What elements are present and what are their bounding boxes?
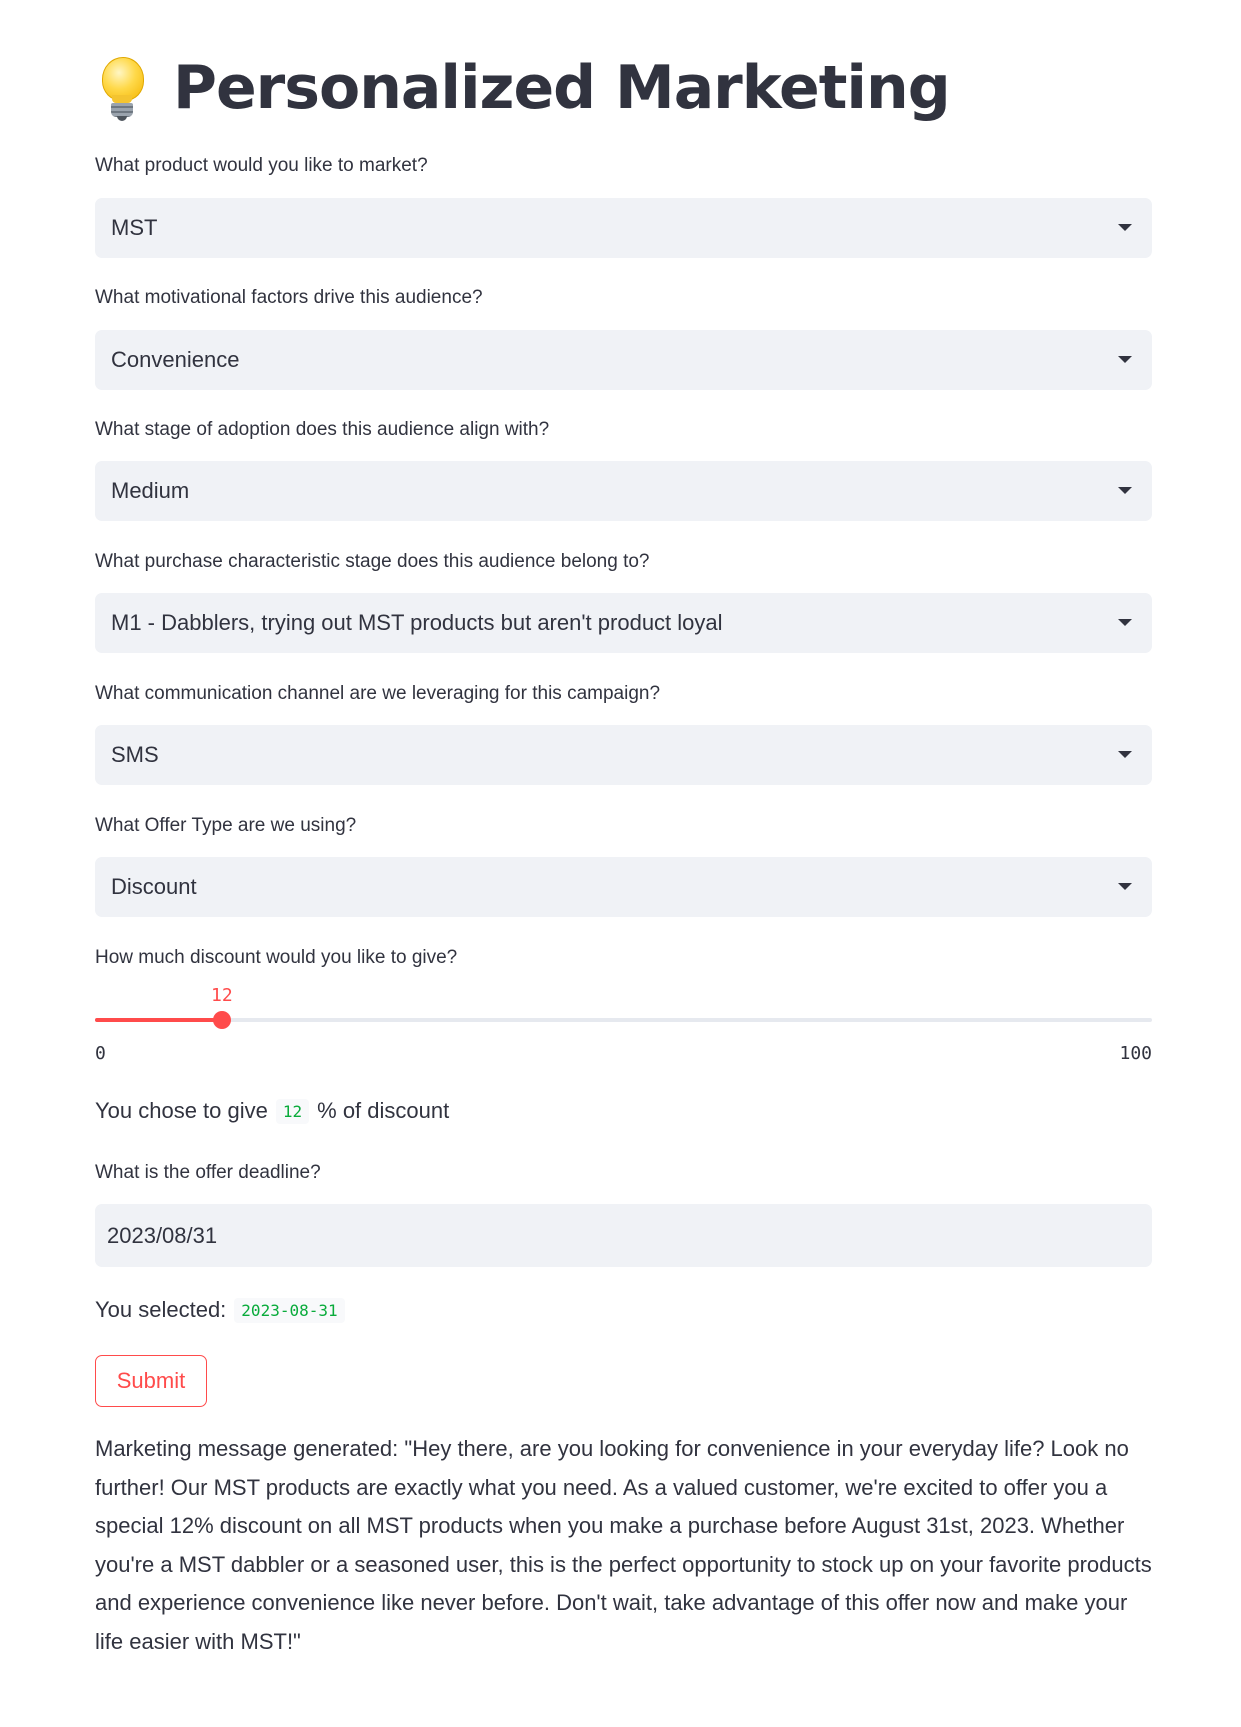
submit-button[interactable]: Submit: [95, 1355, 207, 1407]
discount-slider[interactable]: [95, 1011, 1152, 1029]
discount-summary-prefix: You chose to give: [95, 1098, 268, 1123]
slider-max-label: 100: [1119, 1043, 1152, 1064]
motivation-label: What motivational factors drive this aud…: [95, 287, 483, 308]
discount-label: How much discount would you like to give…: [95, 947, 458, 968]
offer-type-select-value: Discount: [111, 874, 197, 899]
light-bulb-icon: [95, 53, 153, 123]
discount-summary-value: 12: [275, 1098, 310, 1124]
deadline-date-value: 2023/08/31: [107, 1222, 218, 1248]
chevron-down-icon: [1118, 487, 1132, 494]
slider-fill: [95, 1018, 222, 1022]
channel-select[interactable]: SMS: [95, 725, 1152, 785]
purchase-stage-label: What purchase characteristic stage does …: [95, 551, 650, 572]
discount-summary-suffix: % of discount: [317, 1098, 450, 1123]
product-label: What product would you like to market?: [95, 155, 428, 176]
motivation-select[interactable]: Convenience: [95, 330, 1152, 390]
adoption-stage-label: What stage of adoption does this audienc…: [95, 419, 550, 440]
channel-label: What communication channel are we levera…: [95, 683, 661, 704]
slider-thumb[interactable]: [212, 1011, 231, 1029]
chevron-down-icon: [1118, 883, 1132, 890]
page-header: Personalized Marketing: [95, 42, 951, 134]
deadline-summary-value: 2023-08-31: [234, 1297, 345, 1323]
offer-type-select[interactable]: Discount: [95, 857, 1152, 917]
discount-summary: You chose to give 12 % of discount: [95, 1098, 449, 1124]
adoption-stage-select[interactable]: Medium: [95, 461, 1152, 521]
deadline-summary: You selected: 2023-08-31: [95, 1297, 353, 1323]
chevron-down-icon: [1118, 619, 1132, 626]
product-select-value: MST: [111, 215, 158, 240]
purchase-stage-select[interactable]: M1 - Dabblers, trying out MST products b…: [95, 593, 1152, 653]
slider-value-label: 12: [210, 985, 233, 1006]
channel-select-value: SMS: [111, 742, 159, 767]
slider-min-label: 0: [95, 1043, 106, 1064]
deadline-label: What is the offer deadline?: [95, 1162, 321, 1183]
generated-message: Marketing message generated: "Hey there,…: [95, 1436, 1152, 1654]
offer-type-label: What Offer Type are we using?: [95, 815, 357, 836]
purchase-stage-select-value: M1 - Dabblers, trying out MST products b…: [111, 610, 723, 635]
deadline-summary-prefix: You selected:: [95, 1297, 227, 1322]
deadline-date-input[interactable]: 2023/08/31: [95, 1204, 1152, 1267]
adoption-stage-select-value: Medium: [111, 478, 190, 503]
chevron-down-icon: [1118, 356, 1132, 363]
motivation-select-value: Convenience: [111, 347, 240, 372]
chevron-down-icon: [1118, 224, 1132, 231]
chevron-down-icon: [1118, 751, 1132, 758]
page-title: Personalized Marketing: [173, 53, 951, 123]
product-select[interactable]: MST: [95, 198, 1152, 258]
